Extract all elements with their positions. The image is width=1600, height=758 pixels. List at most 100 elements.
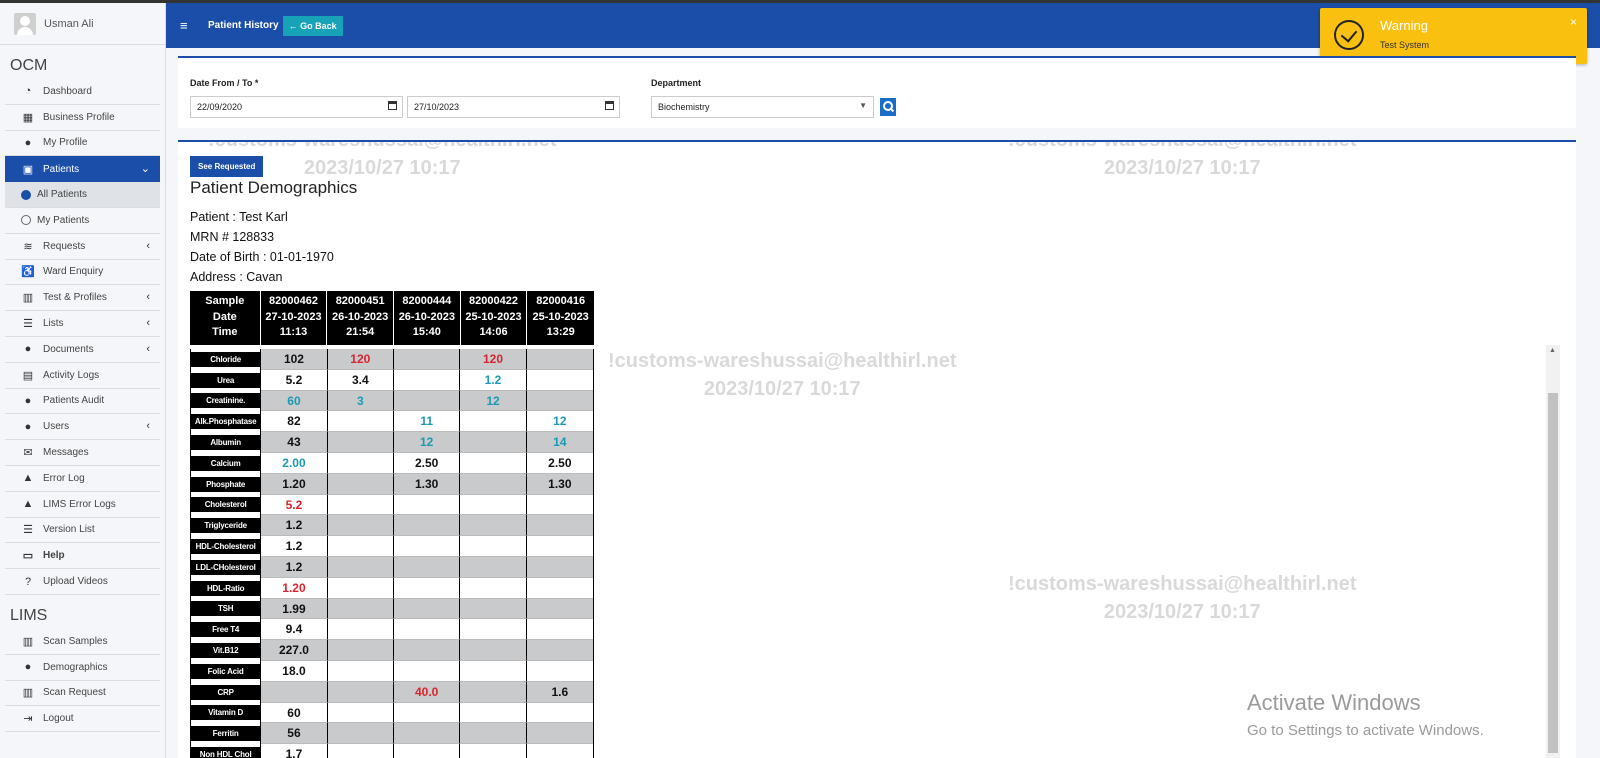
test-name-label: Free T4 (191, 622, 261, 638)
scroll-up-icon[interactable]: ▲ (1549, 347, 1556, 354)
sidebar-item-business-profile[interactable]: ▦ Business Profile (5, 105, 160, 131)
result-value-cell (393, 515, 461, 537)
sidebar-item-patients-audit[interactable]: ● Patients Audit (5, 389, 160, 415)
sidebar-item-scan-samples[interactable]: ▥ Scan Samples (5, 629, 160, 655)
result-value-cell (327, 660, 394, 682)
sidebar-item-lists[interactable]: ☰ Lists ‹ (5, 311, 160, 337)
result-value-cell (526, 702, 593, 724)
result-value-cell: 12 (393, 432, 461, 453)
barcode-icon: ▥ (22, 635, 34, 648)
test-name-label: Cholesterol (191, 497, 261, 513)
see-requested-button[interactable]: See Requested (190, 156, 264, 177)
test-name-label: Ferritin (191, 726, 261, 742)
sidebar-item-help[interactable]: ▭ Help (5, 543, 160, 570)
radio-empty-icon (21, 215, 31, 226)
result-value-cell (327, 702, 394, 724)
result-value-cell (393, 536, 461, 557)
sidebar-item-test-profiles[interactable]: ▥ Test & Profiles ‹ (5, 285, 160, 312)
sidebar-item-demographics[interactable]: ● Demographics (5, 655, 160, 681)
date-to-input[interactable]: 27/10/2023 (407, 96, 620, 118)
sidebar-item-logout[interactable]: ⇥ Logout (5, 706, 160, 733)
sidebar-item-lims-error-logs[interactable]: ▲ LIMS Error Logs (5, 492, 160, 518)
result-value-cell: 9.4 (261, 619, 328, 641)
list-icon: ☰ (23, 318, 33, 331)
calendar-icon[interactable] (605, 101, 614, 110)
test-name-label: Phosphate (191, 476, 261, 492)
close-icon[interactable]: × (1570, 15, 1577, 29)
test-name-cell: Calcium (191, 452, 262, 474)
sidebar-item-activity-logs[interactable]: ▤ Activity Logs (5, 363, 160, 389)
menu-toggle-icon[interactable]: ≡ (180, 18, 194, 33)
result-value-cell: 11 (393, 411, 461, 433)
date-from-input[interactable]: 22/09/2020 (190, 96, 403, 118)
result-value-cell: 5.2 (261, 369, 328, 391)
sidebar-item-ward-enquiry[interactable]: ♿ Ward Enquiry (5, 260, 160, 286)
sidebar-item-users[interactable]: ● Users ‹ (5, 414, 160, 441)
go-back-button[interactable]: ← Go Back (282, 15, 343, 36)
sidebar-item-scan-request[interactable]: ▥ Scan Request (5, 681, 160, 707)
result-value-cell: 3 (327, 390, 394, 412)
result-value-cell (393, 640, 461, 661)
test-name-cell: Vitamin D (191, 702, 262, 724)
sidebar-item-patients[interactable]: ▣ Patients ⌄ (5, 156, 160, 183)
result-value-cell (393, 556, 461, 578)
sidebar-item-upload-videos[interactable]: ? Upload Videos (5, 569, 160, 595)
sidebar-item-requests[interactable]: ≋ Requests ‹ (5, 234, 160, 260)
result-value-cell (393, 369, 461, 391)
page-title: Patient History (208, 20, 279, 31)
sidebar-item-version-list[interactable]: ☰ Version List (5, 518, 160, 544)
arrow-left-icon: ← (288, 20, 301, 31)
chevron-down-icon: ⌄ (140, 163, 150, 176)
test-name-cell: Free T4 (191, 619, 262, 641)
result-value-cell: 12 (526, 411, 593, 433)
dashboard-icon: ◔ (24, 85, 32, 98)
result-value-cell (393, 390, 461, 412)
result-value-cell (327, 515, 394, 537)
result-value-cell (526, 640, 593, 661)
chevron-left-icon: ‹ (146, 291, 150, 304)
test-name-label: Vit.B12 (191, 643, 261, 659)
search-button[interactable] (880, 98, 896, 116)
result-value-cell (526, 515, 593, 537)
result-value-cell (526, 536, 593, 557)
watermark: !customs-wareshussai@healthirl.net2023/1… (1008, 140, 1357, 179)
result-value-cell (526, 598, 593, 620)
calendar-icon[interactable] (388, 101, 397, 110)
sidebar-item-messages[interactable]: ✉ Messages (5, 440, 160, 466)
ocm-section-title: OCM (10, 57, 48, 74)
sample-header-cell: 82000444 26-10-2023 15:40 (394, 291, 461, 345)
result-value-cell (460, 702, 527, 724)
test-name-cell: Chloride (191, 349, 262, 370)
result-value-cell (460, 577, 527, 599)
result-value-cell: 102 (261, 349, 328, 370)
result-value-cell: 60 (261, 390, 328, 412)
table-row: Ferritin 56 (191, 723, 593, 745)
result-value-cell (460, 411, 527, 433)
test-name-cell: Non HDL Chol (191, 744, 262, 758)
result-value-cell: 40.0 (393, 681, 461, 703)
sidebar-item-error-log[interactable]: ▲ Error Log (5, 466, 160, 492)
table-row: Alk.Phosphatase 82 11 12 (191, 411, 593, 433)
sidebar-item-documents[interactable]: ● Documents ‹ (5, 337, 160, 363)
sidebar-item-all-patients[interactable]: All Patients (5, 182, 160, 208)
table-row: Folic Acid 18.0 (191, 660, 593, 682)
content-scrollbar[interactable]: ▲ (1546, 345, 1560, 758)
scrollbar-thumb[interactable] (1548, 393, 1558, 753)
result-value-cell: 1.30 (393, 473, 461, 495)
result-value-cell: 2.50 (393, 452, 461, 474)
result-value-cell (460, 556, 527, 578)
result-value-cell: 1.2 (261, 515, 328, 537)
result-value-cell: 43 (261, 432, 328, 453)
user-cog-icon: ● (24, 661, 32, 674)
result-value-cell: 1.20 (261, 473, 328, 495)
result-value-cell: 1.7 (261, 744, 328, 758)
sidebar-item-dashboard[interactable]: ◔ Dashboard (5, 79, 160, 105)
department-select[interactable]: Biochemistry ▼ (651, 96, 874, 118)
result-value-cell: 2.50 (526, 452, 593, 474)
sidebar-item-my-profile[interactable]: ● My Profile (5, 131, 160, 157)
user-panel[interactable]: Usman Ali (0, 3, 165, 45)
toast-message: Test System (1380, 40, 1430, 50)
sidebar-item-my-patients[interactable]: My Patients (5, 208, 160, 234)
test-name-cell: HDL-Ratio (191, 577, 262, 599)
table-row: Creatinine. 60 3 12 (191, 390, 593, 412)
